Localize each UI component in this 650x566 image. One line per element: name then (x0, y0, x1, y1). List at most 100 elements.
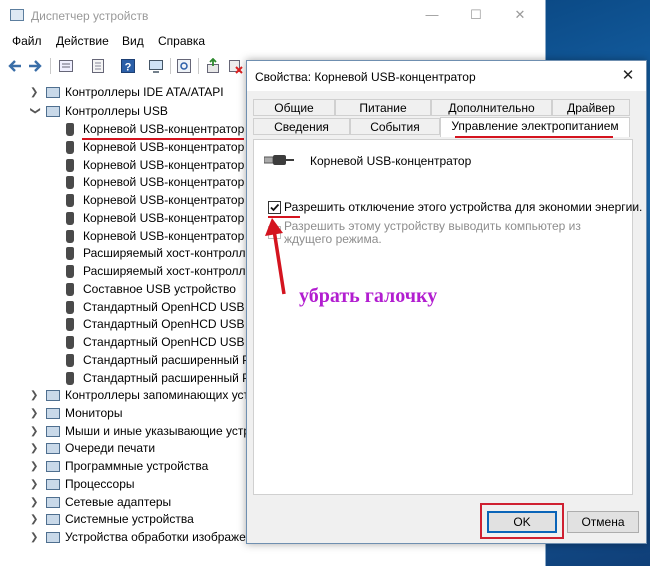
window-title: Диспетчер устройств (31, 9, 149, 23)
tab-strip: Общие Питание Дополнительно Драйвер Свед… (253, 99, 633, 139)
usb-plug-icon (66, 158, 74, 172)
expand-icon[interactable]: ❯ (30, 387, 40, 404)
tab-details[interactable]: Сведения (253, 118, 350, 135)
tree-label: Программные устройства (65, 459, 209, 473)
tab-events[interactable]: События (350, 118, 440, 135)
usb-plug-icon (66, 265, 74, 278)
menu-view[interactable]: Вид (122, 34, 144, 48)
expand-icon[interactable]: ❯ (30, 476, 40, 493)
expand-icon[interactable]: ❯ (30, 440, 40, 457)
monitor-icon (46, 407, 60, 419)
back-icon[interactable] (7, 58, 23, 74)
usb-plug-icon (66, 318, 74, 332)
expand-icon[interactable]: ❯ (30, 458, 40, 475)
tree-label: Мониторы (65, 405, 123, 420)
update-driver-icon[interactable] (205, 58, 221, 74)
tree-label: Корневой USB-концентратор (83, 193, 245, 207)
tree-label: Системные устройства (65, 512, 194, 527)
allow-wake-label: Разрешить этому устройству выводить комп… (284, 219, 581, 246)
tab-power[interactable]: Питание (335, 99, 431, 116)
expand-icon[interactable]: ❯ (30, 423, 40, 440)
tree-label: Контроллеры USB (65, 104, 168, 118)
allow-power-off-checkbox[interactable] (268, 201, 281, 214)
usb-plug-icon (66, 300, 74, 314)
tree-label: Корневой USB-концентратор (83, 175, 245, 190)
disable-device-icon[interactable] (227, 58, 243, 74)
collapse-icon[interactable]: ❯ (27, 107, 44, 117)
dialog-close-button[interactable]: ✕ (618, 66, 638, 86)
tree-label: Контроллеры запоминающих уст (65, 388, 250, 402)
usb-controller-icon (46, 106, 60, 117)
mouse-icon (46, 425, 60, 437)
system-device-icon (46, 514, 60, 526)
tree-label: Очереди печати (65, 441, 156, 456)
tab-general[interactable]: Общие (253, 99, 335, 116)
ok-button[interactable]: OK (487, 511, 557, 533)
usb-plug-icon (66, 371, 74, 385)
tree-label: Стандартный OpenHCD USB хо (83, 317, 261, 332)
menu-file[interactable]: Файл (12, 34, 42, 48)
tree-label: Корневой USB-концентратор (83, 210, 245, 225)
toolbar-separator (170, 58, 171, 74)
expand-icon[interactable]: ❯ (30, 84, 40, 101)
tree-label: Стандартный расширенный P (83, 352, 251, 367)
imaging-device-icon (46, 532, 60, 543)
network-adapter-icon (46, 496, 60, 508)
maximize-button[interactable]: ☐ (466, 6, 486, 24)
expand-icon[interactable]: ❯ (30, 405, 40, 422)
tab-advanced[interactable]: Дополнительно (431, 99, 552, 116)
tree-label: Стандартный расширенный P (83, 370, 251, 385)
tree-label: Корневой USB-концентратор (83, 157, 245, 172)
minimize-button[interactable]: — (422, 6, 442, 24)
properties-view-icon[interactable] (58, 58, 74, 74)
usb-plug-icon (66, 282, 74, 296)
highlight-underline (82, 138, 244, 140)
ide-controller-icon (46, 87, 60, 98)
usb-plug-icon (66, 336, 74, 349)
usb-plug-icon (66, 194, 74, 207)
help-icon[interactable]: ? (120, 58, 136, 74)
print-queue-icon (46, 443, 60, 455)
usb-plug-icon (66, 176, 74, 190)
tree-label: Стандартный OpenHCD USB хо (83, 335, 261, 349)
tab-panel: Корневой USB-концентратор Разрешить откл… (253, 139, 642, 495)
scan-icon[interactable] (176, 58, 192, 74)
expand-icon[interactable]: ❯ (30, 529, 40, 546)
tab-driver[interactable]: Драйвер (552, 99, 630, 116)
expand-icon[interactable]: ❯ (30, 511, 40, 528)
usb-device-icon (264, 155, 294, 165)
usb-plug-icon (66, 247, 74, 261)
dialog-title: Свойства: Корневой USB-концентратор (255, 70, 476, 84)
tree-label: Устройства обработки изображе (65, 530, 246, 544)
processor-icon (46, 478, 60, 490)
annotation-text: убрать галочку (299, 285, 438, 307)
allow-power-off-label[interactable]: Разрешить отключение этого устройства дл… (284, 200, 642, 214)
tree-label: Корневой USB-концентратор (83, 122, 245, 136)
close-button[interactable]: ✕ (510, 6, 530, 24)
tree-label: Мыши и иные указывающие устр (65, 423, 250, 438)
forward-icon[interactable] (27, 58, 43, 74)
menu-help[interactable]: Справка (158, 34, 205, 48)
usb-plug-icon (66, 123, 74, 136)
toolbar-separator (50, 58, 51, 74)
tree-label: Расширяемый хост-контролл (83, 264, 246, 278)
usb-plug-icon (66, 140, 74, 154)
tab-highlight-underline (455, 136, 613, 138)
tree-label: Расширяемый хост-контролл (83, 246, 246, 261)
tree-label: Процессоры (65, 476, 135, 491)
annotation-arrow (265, 218, 286, 295)
tree-label: Составное USB устройство (83, 281, 236, 296)
cancel-button[interactable]: Отмена (567, 511, 639, 533)
expand-icon[interactable]: ❯ (30, 494, 40, 511)
usb-plug-icon (66, 211, 74, 225)
device-name: Корневой USB-концентратор (310, 154, 472, 168)
menu-action[interactable]: Действие (56, 34, 109, 48)
software-device-icon (46, 461, 60, 472)
tab-power-management[interactable]: Управление электропитанием (440, 117, 630, 137)
monitor-icon[interactable] (148, 58, 164, 74)
svg-text:?: ? (125, 62, 132, 74)
device-icon[interactable] (90, 58, 106, 74)
usb-plug-icon (66, 229, 74, 243)
storage-controller-icon (46, 390, 60, 401)
tree-label: Стандартный OpenHCD USB хо (83, 299, 261, 314)
